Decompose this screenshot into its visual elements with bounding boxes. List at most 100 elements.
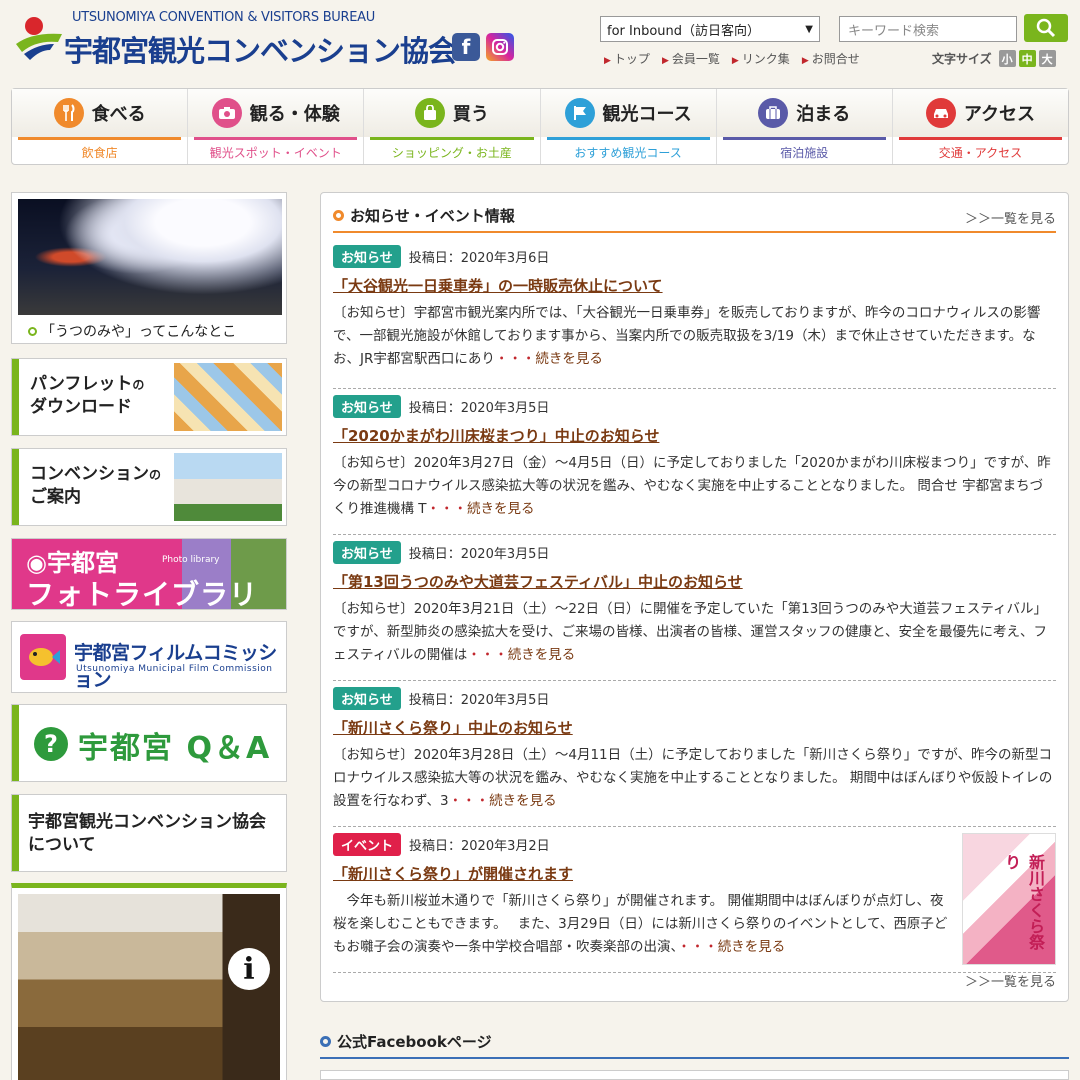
util-link-members[interactable]: ▶ 会員一覧	[662, 50, 720, 67]
qa-banner[interactable]: ? 宇都宮 Q＆A	[11, 704, 287, 782]
nav-item-top: アクセス	[892, 89, 1069, 137]
global-nav: 食べる 飲食店 観る・体験 観光スポット・イベント 買う ショッピング・お土産	[11, 88, 1069, 165]
news-excerpt-text: 今年も新川桜並木通りで「新川さくら祭り」が開催されます。 開催期間中はぼんぼりが…	[333, 893, 948, 955]
news-meta: イベント 投稿日：2020年3月2日	[333, 832, 1056, 856]
fork-knife-icon	[53, 98, 84, 128]
category-badge: イベント	[333, 832, 402, 856]
news-excerpt-text: 〔お知らせ〕2020年3月28日（土）～4月11日（土）に予定しておりました「新…	[333, 747, 1053, 809]
ellipsis: ・・・	[426, 501, 468, 517]
logo-japanese: 宇都宮観光コンベンション協会	[64, 34, 457, 68]
camera-icon	[211, 98, 242, 128]
nav-eat[interactable]: 食べる 飲食店	[12, 89, 189, 164]
nav-tour-course[interactable]: 観光コース おすすめ観光コース	[540, 89, 717, 164]
photo-library-banner[interactable]: ◉宇都宮 Photo library フォトライブラリー	[11, 538, 287, 651]
news-excerpt: 〔お知らせ〕2020年3月21日（土）～22日（日）に開催を予定していた「第13…	[333, 598, 1056, 667]
about-line2: について	[28, 835, 96, 855]
event-poster-thumbnail[interactable]: 新川さくら祭り	[962, 833, 1056, 965]
ellipsis: ・・・	[494, 351, 536, 367]
cherry-blossom-night-photo	[18, 199, 282, 315]
news-excerpt-text: 〔お知らせ〕宇都宮市観光案内所では、「大谷観光一日乗車券」を販売しておりますが、…	[333, 305, 1041, 367]
event-poster-text: 新川さくら祭り	[1002, 854, 1045, 950]
news-more-link-bottom[interactable]: ＞＞一覧を見る	[965, 971, 1056, 990]
sns-links: f	[452, 33, 514, 61]
news-list: お知らせ 投稿日：2020年3月6日 「大谷観光一日乗車券」の一時販売休止につい…	[333, 243, 1056, 973]
news-title-link[interactable]: 「新川さくら祭り」中止のお知らせ	[333, 717, 573, 738]
util-link-label: 会員一覧	[671, 52, 720, 66]
util-link-contact[interactable]: ▶ お問合せ	[802, 50, 860, 67]
news-item: 新川さくら祭り イベント 投稿日：2020年3月2日 「新川さくら祭り」が開催さ…	[333, 827, 1056, 973]
news-title-link[interactable]: 「第13回うつのみや大道芸フェスティバル」中止のお知らせ	[333, 571, 743, 592]
news-title-text: お知らせ・イベント情報	[350, 207, 515, 225]
news-meta: お知らせ 投稿日：2020年3月5日	[333, 540, 1056, 564]
nav-label: 観る・体験	[249, 104, 340, 125]
font-size-medium-button[interactable]: 中	[1018, 50, 1036, 67]
category-badge: お知らせ	[333, 394, 401, 418]
nav-item-top: 観光コース	[540, 89, 716, 137]
instagram-icon[interactable]	[486, 33, 514, 61]
utility-links: ▶ トップ ▶ 会員一覧 ▶ リンク集 ▶ お問合せ	[604, 50, 860, 67]
intro-banner[interactable]: 「うつのみや」ってこんなとこ	[11, 192, 287, 344]
news-date: 投稿日：2020年3月5日	[408, 692, 550, 708]
qa-text: 宇都宮 Q＆A	[78, 731, 272, 766]
nav-sub-label: 飲食店	[81, 146, 118, 160]
pamphlet-line1: パンフレット	[30, 374, 133, 394]
search-input[interactable]: キーワード検索	[839, 16, 1017, 42]
banner-edge	[12, 795, 19, 871]
search-button[interactable]	[1024, 14, 1068, 42]
site-logo[interactable]: UTSUNOMIYA CONVENTION & VISITORS BUREAU …	[12, 10, 457, 68]
search-placeholder: キーワード検索	[848, 24, 940, 39]
ellipsis: ・・・	[467, 647, 508, 663]
convention-line2: ご案内	[30, 487, 81, 507]
read-more-link[interactable]: 続きを見る	[508, 647, 576, 663]
convention-banner[interactable]: コンベンションの ご案内	[11, 448, 287, 526]
font-size-switcher: 文字サイズ 小 中 大	[932, 50, 1056, 67]
read-more-link[interactable]: 続きを見る	[535, 351, 603, 367]
nav-item-top: 買う	[364, 89, 540, 137]
nav-label: 観光コース	[602, 104, 692, 125]
film-commission-banner[interactable]: 宇都宮フィルムコミッション Utsunomiya Municipal Film …	[11, 621, 287, 693]
nav-sub-label: 交通・アクセス	[938, 146, 1023, 160]
language-select-value: for Inbound（訪日客向）	[607, 23, 761, 39]
language-select[interactable]: for Inbound（訪日客向） ▼	[600, 16, 820, 42]
nav-see-experience[interactable]: 観る・体験 観光スポット・イベント	[188, 89, 365, 164]
nav-label: 泊まる	[796, 104, 851, 125]
news-title-link[interactable]: 「大谷観光一日乗車券」の一時販売休止について	[333, 275, 663, 296]
util-link-links[interactable]: ▶ リンク集	[732, 50, 790, 67]
font-size-large-button[interactable]: 大	[1038, 50, 1056, 67]
util-link-top[interactable]: ▶ トップ	[604, 50, 650, 67]
arrow-right-icon: ▶	[661, 56, 669, 66]
nav-label: 食べる	[91, 104, 146, 125]
tourist-info-center-banner[interactable]: i	[11, 883, 287, 1080]
arrow-right-icon: ▶	[801, 56, 809, 66]
read-more-link[interactable]: 続きを見る	[489, 793, 557, 809]
read-more-link[interactable]: 続きを見る	[467, 501, 535, 517]
car-icon	[925, 98, 956, 128]
read-more-link[interactable]: 続きを見る	[718, 939, 786, 955]
nav-label: 買う	[452, 104, 489, 125]
pamphlet-banner-text: パンフレットの ダウンロード	[30, 373, 144, 418]
news-section: お知らせ・イベント情報 ＞＞一覧を見る お知らせ 投稿日：2020年3月6日 「…	[320, 192, 1069, 1002]
convention-no: の	[149, 468, 162, 482]
arrow-right-icon: ▶	[731, 56, 739, 66]
facebook-title-text: 公式Facebookページ	[337, 1033, 492, 1051]
facebook-icon[interactable]: f	[452, 33, 480, 61]
nav-item-top: 観る・体験	[188, 89, 364, 137]
nav-access[interactable]: アクセス 交通・アクセス	[892, 89, 1069, 164]
convention-building-photo	[174, 453, 282, 521]
font-size-small-button[interactable]: 小	[998, 50, 1016, 67]
news-more-link[interactable]: ＞＞一覧を見る	[965, 208, 1056, 227]
nav-shop[interactable]: 買う ショッピング・お土産	[364, 89, 541, 164]
news-item: お知らせ 投稿日：2020年3月6日 「大谷観光一日乗車券」の一時販売休止につい…	[333, 243, 1056, 389]
search-icon	[1036, 18, 1056, 38]
news-excerpt: 〔お知らせ〕2020年3月27日（金）～4月5日（日）に予定しておりました「20…	[333, 452, 1056, 521]
ellipsis: ・・・	[677, 939, 718, 955]
circle-bullet-icon	[320, 1036, 331, 1047]
facebook-embed[interactable]	[320, 1070, 1069, 1080]
about-banner[interactable]: 宇都宮観光コンベンション協会 について	[11, 794, 287, 872]
news-title-link[interactable]: 「2020かまがわ川床桜まつり」中止のお知らせ	[333, 425, 659, 446]
question-icon: ?	[34, 727, 68, 761]
pamphlet-download-banner[interactable]: パンフレットの ダウンロード	[11, 358, 287, 436]
news-item: お知らせ 投稿日：2020年3月5日 「第13回うつのみや大道芸フェスティバル」…	[333, 535, 1056, 681]
news-title-link[interactable]: 「新川さくら祭り」が開催されます	[333, 863, 573, 884]
nav-stay[interactable]: 泊まる 宿泊施設	[716, 89, 893, 164]
